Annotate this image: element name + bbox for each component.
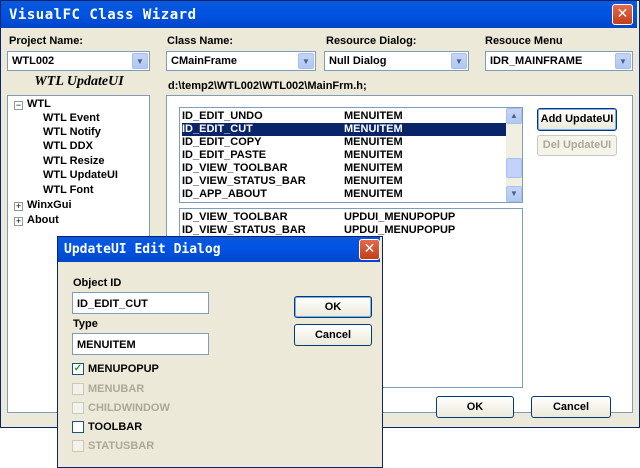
project-name-label: Project Name: (9, 35, 83, 47)
add-updateui-button[interactable]: Add UpdateUI (537, 108, 617, 131)
list-item[interactable]: ID_VIEW_STATUS_BAR MENUITEM (182, 175, 508, 188)
menupopup-checkbox[interactable]: ✓ (72, 363, 84, 375)
list-item[interactable]: ID_VIEW_TOOLBAR UPDUI_MENUPOPUP (182, 211, 508, 224)
expand-icon[interactable]: + (14, 202, 23, 211)
list-scrollbar[interactable]: ▲ ▼ (506, 108, 522, 202)
window-close-icon[interactable]: ✕ (612, 4, 633, 25)
statusbar-checkbox[interactable] (72, 440, 84, 452)
list-item[interactable]: ID_EDIT_PASTE MENUITEM (182, 149, 508, 162)
cancel-button[interactable]: Cancel (531, 396, 611, 418)
class-name-combo[interactable]: CMainFrame ▼ (166, 51, 316, 71)
tree-item-wtl[interactable]: WTL (27, 98, 51, 110)
scroll-up-icon[interactable]: ▲ (506, 108, 522, 124)
statusbar-label: STATUSBAR (88, 440, 155, 452)
resource-menu-value: IDR_MAINFRAME (490, 55, 583, 67)
tree-item-about[interactable]: About (27, 214, 59, 226)
tree-header: WTL UpdateUI (34, 74, 124, 89)
type-field[interactable]: MENUITEM (72, 333, 209, 355)
resource-dialog-value: Null Dialog (329, 55, 387, 67)
list-item[interactable]: ID_VIEW_TOOLBAR MENUITEM (182, 162, 508, 175)
collapse-icon[interactable]: − (14, 101, 23, 110)
title-bar[interactable]: VisualFC Class Wizard ✕ (1, 1, 637, 28)
dialog-cancel-button[interactable]: Cancel (294, 324, 372, 346)
resource-dialog-combo[interactable]: Null Dialog ▼ (324, 51, 469, 71)
tree-item-wtl-updateui[interactable]: WTL UpdateUI (43, 169, 118, 181)
toolbar-checkbox[interactable] (72, 421, 84, 433)
del-updateui-button[interactable]: Del UpdateUI (537, 135, 617, 156)
dialog-ok-button[interactable]: OK (294, 296, 372, 318)
ok-button[interactable]: OK (436, 396, 514, 418)
list-item[interactable]: ID_EDIT_COPY MENUITEM (182, 136, 508, 149)
resource-menu-label: Resouce Menu (485, 35, 563, 47)
file-path: d:\temp2\WTL002\WTL002\MainFrm.h; (168, 80, 367, 92)
chevron-down-icon[interactable]: ▼ (132, 53, 148, 69)
window-title: VisualFC Class Wizard (9, 7, 197, 23)
resource-dialog-label: Resource Dialog: (326, 35, 417, 47)
scroll-thumb[interactable] (506, 158, 522, 178)
tree-item-wtl-font[interactable]: WTL Font (43, 184, 94, 196)
project-name-combo[interactable]: WTL002 ▼ (7, 51, 150, 71)
tree-item-winxgui[interactable]: WinxGui (27, 199, 72, 211)
updateui-edit-dialog: UpdateUI Edit Dialog ✕ Object ID ID_EDIT… (57, 236, 383, 468)
chevron-down-icon[interactable]: ▼ (451, 53, 467, 69)
childwindow-label: CHILDWINDOW (88, 402, 170, 414)
dialog-title: UpdateUI Edit Dialog (64, 242, 221, 257)
tree-item-wtl-event[interactable]: WTL Event (43, 112, 100, 124)
scroll-down-icon[interactable]: ▼ (506, 186, 522, 202)
class-name-label: Class Name: (167, 35, 234, 47)
tree-item-wtl-ddx[interactable]: WTL DDX (43, 140, 93, 152)
chevron-down-icon[interactable]: ▼ (298, 53, 314, 69)
toolbar-label: TOOLBAR (88, 421, 143, 433)
resource-menu-combo[interactable]: IDR_MAINFRAME ▼ (485, 51, 633, 71)
tree-item-wtl-notify[interactable]: WTL Notify (43, 126, 101, 138)
object-id-field[interactable]: ID_EDIT_CUT (72, 292, 209, 314)
project-name-value: WTL002 (12, 55, 55, 67)
expand-icon[interactable]: + (14, 217, 23, 226)
menu-item-list[interactable]: ID_EDIT_UNDO MENUITEM ID_EDIT_CUT MENUIT… (179, 107, 523, 203)
chevron-down-icon[interactable]: ▼ (615, 53, 631, 69)
tree-item-wtl-resize[interactable]: WTL Resize (43, 155, 105, 167)
list-item[interactable]: ID_EDIT_UNDO MENUITEM (182, 110, 508, 123)
menupopup-label: MENUPOPUP (88, 363, 159, 375)
dialog-close-icon[interactable]: ✕ (359, 239, 380, 260)
type-label: Type (73, 318, 98, 330)
class-name-value: CMainFrame (171, 55, 238, 67)
childwindow-checkbox[interactable] (72, 402, 84, 414)
list-item-selected[interactable]: ID_EDIT_CUT MENUITEM (182, 123, 508, 136)
list-item[interactable]: ID_APP_ABOUT MENUITEM (182, 188, 508, 201)
menubar-label: MENUBAR (88, 383, 145, 395)
object-id-label: Object ID (73, 277, 122, 289)
menubar-checkbox[interactable] (72, 383, 84, 395)
dialog-title-bar[interactable]: UpdateUI Edit Dialog ✕ (58, 237, 380, 262)
